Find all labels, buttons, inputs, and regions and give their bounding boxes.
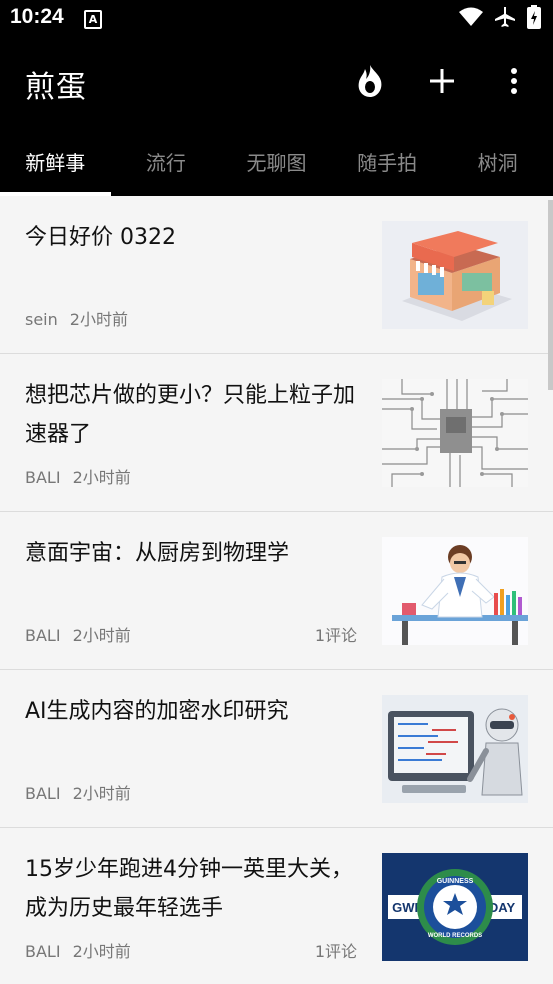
article-title: 今日好价 0322	[25, 225, 176, 250]
article-comments: 1评论	[314, 942, 357, 961]
article-comments: 1评论	[314, 626, 357, 645]
article-author: sein	[25, 310, 58, 329]
article-time: 2小时前	[72, 468, 131, 487]
tab-suishoupai[interactable]: 随手拍	[332, 126, 443, 196]
article-thumbnail	[382, 379, 528, 487]
status-time: 10:24	[10, 5, 64, 28]
tab-liuxing[interactable]: 流行	[111, 126, 222, 196]
tab-label: 树洞	[477, 150, 518, 175]
article-row[interactable]: AI生成内容的加密水印研究 BALI 2小时前	[0, 670, 553, 828]
app-bar: 煎蛋	[0, 38, 553, 126]
add-icon[interactable]	[421, 60, 463, 102]
world-records-text: WORLD RECORDS	[428, 933, 482, 939]
article-title: AI生成内容的加密水印研究	[25, 699, 289, 724]
guinness-text: GUINNESS	[437, 878, 474, 885]
article-meta: BALI 2小时前	[25, 464, 131, 488]
tab-label: 新鲜事	[25, 150, 86, 175]
article-thumbnail	[382, 695, 528, 803]
tab-label: 随手拍	[357, 150, 418, 175]
article-meta: BALI 2小时前	[25, 780, 131, 804]
article-row[interactable]: 意面宇宙：从厨房到物理学 BALI 2小时前 1评论	[0, 512, 553, 670]
article-author: BALI	[25, 784, 61, 803]
font-a-icon: A	[84, 10, 102, 29]
wifi-icon	[459, 7, 483, 31]
airplane-icon	[493, 5, 517, 33]
more-vert-icon[interactable]	[493, 60, 535, 102]
article-row[interactable]: 想把芯片做的更小？只能上粒子加速器了 BALI 2小时前	[0, 354, 553, 512]
article-author: BALI	[25, 626, 61, 645]
article-author: BALI	[25, 468, 61, 487]
article-title: 15岁少年跑进4分钟一英里大关，成为历史最年轻选手	[25, 857, 353, 921]
hot-fire-icon[interactable]	[349, 60, 391, 102]
status-icons	[459, 5, 541, 33]
article-time: 2小时前	[72, 942, 131, 961]
article-list: 今日好价 0322 sein 2小时前 想把芯片做的更小？只能上粒子加速器了 B…	[0, 196, 553, 984]
battery-icon	[527, 5, 541, 33]
tab-shudong[interactable]: 树洞	[442, 126, 553, 196]
app-bar-actions	[349, 60, 535, 102]
article-thumbnail	[382, 221, 528, 329]
status-bar: 10:24 A	[0, 0, 553, 38]
article-thumbnail: GWR DAY GUINNESS WORLD RECORDS	[382, 853, 528, 961]
tab-label: 流行	[145, 150, 186, 175]
article-meta: sein 2小时前	[25, 306, 128, 330]
article-row[interactable]: 15岁少年跑进4分钟一英里大关，成为历史最年轻选手 BALI 2小时前 1评论 G…	[0, 828, 553, 984]
article-time: 2小时前	[72, 784, 131, 803]
article-time: 2小时前	[69, 310, 128, 329]
article-title: 意面宇宙：从厨房到物理学	[25, 541, 290, 566]
tab-bar: 新鲜事 流行 无聊图 随手拍 树洞	[0, 126, 553, 196]
article-title: 想把芯片做的更小？只能上粒子加速器了	[25, 383, 356, 447]
article-meta: BALI 2小时前	[25, 622, 131, 646]
tab-label: 无聊图	[246, 150, 307, 175]
article-meta: BALI 2小时前	[25, 938, 131, 962]
article-time: 2小时前	[72, 626, 131, 645]
scrollbar[interactable]	[548, 200, 553, 390]
tab-wuliaotu[interactable]: 无聊图	[221, 126, 332, 196]
tab-xinxianshi[interactable]: 新鲜事	[0, 126, 111, 196]
article-author: BALI	[25, 942, 61, 961]
app-title: 煎蛋	[25, 70, 87, 105]
article-thumbnail	[382, 537, 528, 645]
article-row[interactable]: 今日好价 0322 sein 2小时前	[0, 196, 553, 354]
